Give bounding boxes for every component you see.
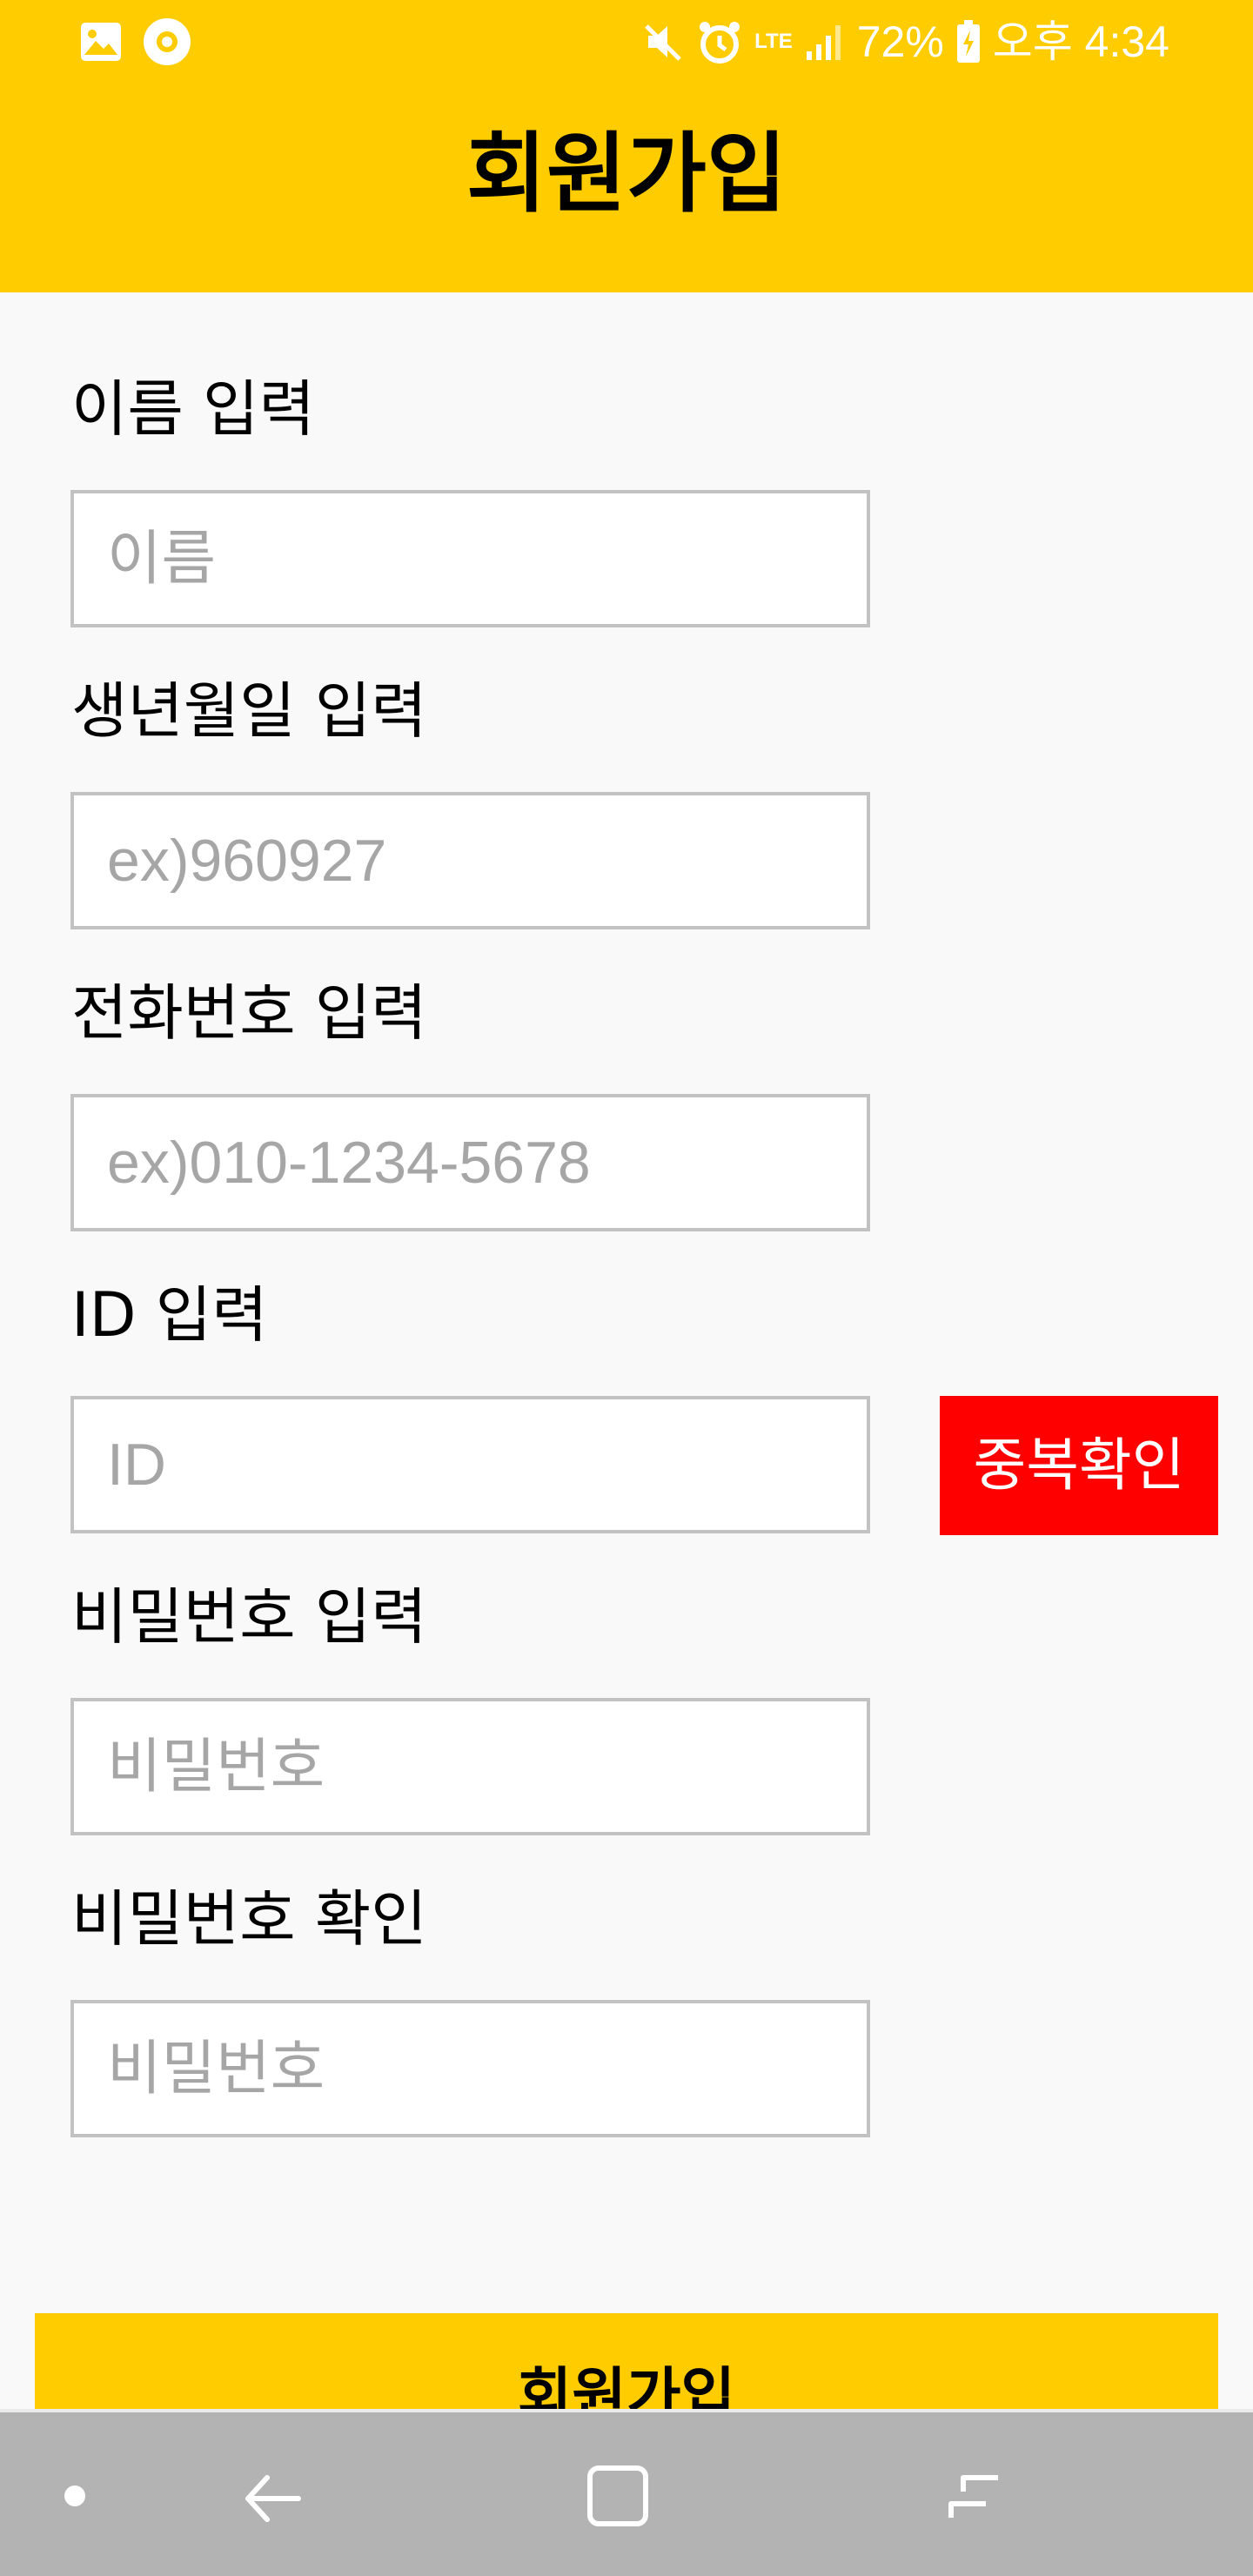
- birthdate-label: 생년월일 입력: [71, 675, 427, 747]
- battery-percent: 72%: [856, 17, 944, 66]
- name-label: 이름 입력: [71, 373, 315, 445]
- media-icon: [143, 17, 191, 66]
- recents-icon[interactable]: [931, 2412, 1018, 2576]
- back-icon[interactable]: [228, 2412, 315, 2576]
- password-confirm-label: 비밀번호 확인: [71, 1883, 427, 1955]
- alarm-icon: [697, 19, 742, 64]
- signal-icon: [805, 22, 845, 62]
- phone-input[interactable]: [70, 1094, 870, 1231]
- password-input[interactable]: [70, 1698, 870, 1835]
- birthdate-input[interactable]: [70, 792, 870, 929]
- lte-icon: LTE: [754, 30, 793, 53]
- password-label: 비밀번호 입력: [71, 1581, 427, 1653]
- id-input[interactable]: [70, 1396, 870, 1533]
- battery-charging-icon: [956, 20, 981, 64]
- password-confirm-input[interactable]: [70, 2000, 870, 2137]
- navigation-bar: [0, 2409, 1253, 2576]
- mute-icon: [643, 21, 685, 63]
- status-bar: LTE 72% 오후 4:34: [0, 0, 1253, 84]
- status-right-icons: LTE 72% 오후 4:34: [631, 16, 1169, 68]
- home-icon[interactable]: [574, 2412, 661, 2576]
- name-input[interactable]: [70, 490, 870, 627]
- gallery-icon: [80, 22, 122, 62]
- phone-label: 전화번호 입력: [71, 977, 427, 1049]
- status-left-icons: [80, 17, 212, 66]
- page-title: 회원가입: [466, 123, 787, 225]
- id-label: ID 입력: [71, 1279, 268, 1351]
- dot-icon: [52, 2412, 97, 2576]
- status-time: 오후 4:34: [992, 17, 1169, 66]
- app-header: LTE 72% 오후 4:34 회원가입: [0, 0, 1253, 292]
- duplicate-check-button[interactable]: 중복확인: [940, 1396, 1218, 1535]
